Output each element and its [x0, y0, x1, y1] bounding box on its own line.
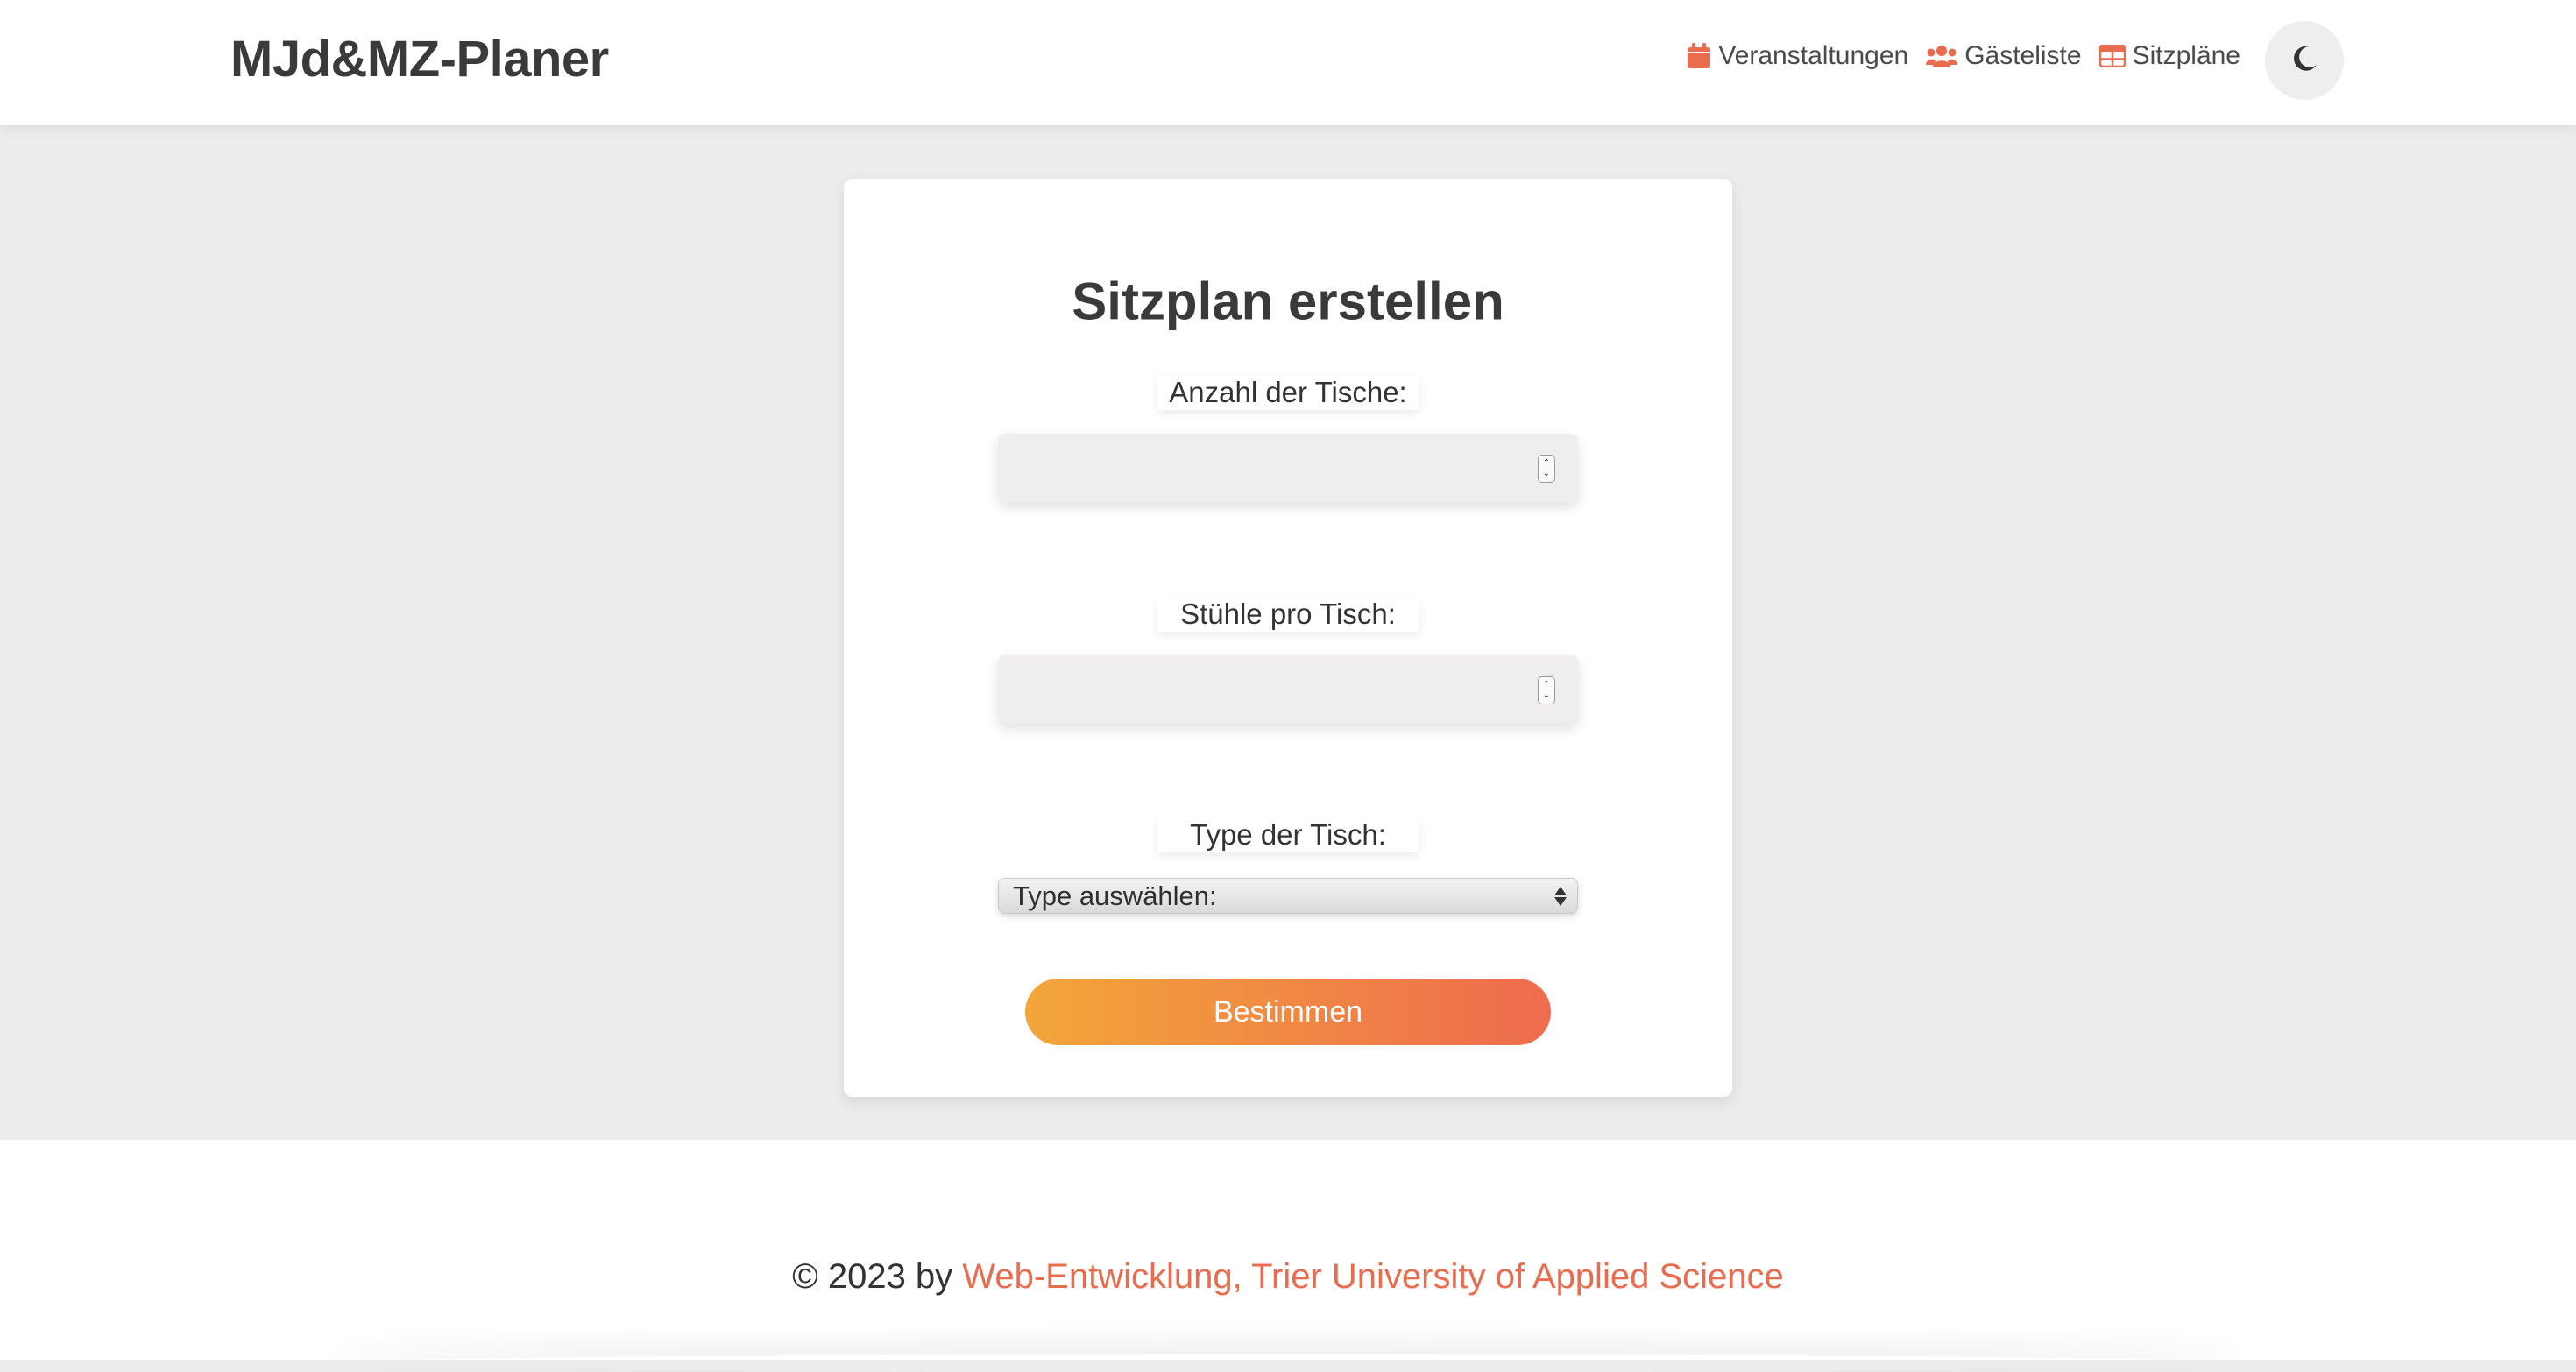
main-content: Sitzplan erstellen Anzahl der Tische: ⌃ …: [0, 125, 2576, 1140]
submit-button[interactable]: Bestimmen: [1025, 979, 1551, 1045]
tables-count-label: Anzahl der Tische:: [1157, 375, 1419, 410]
footer: © 2023 by Web-Entwicklung, Trier Univers…: [0, 1140, 2576, 1360]
table-type-selected-value: Type auswählen:: [1013, 880, 1217, 911]
nav-item-label: Veranstaltungen: [1718, 41, 1909, 70]
chevron-up-icon[interactable]: ⌃: [1543, 680, 1550, 690]
chairs-per-table-input[interactable]: ⌃ ⌄: [998, 655, 1578, 724]
table-icon: [2098, 45, 2126, 67]
calendar-icon: [1687, 43, 1711, 69]
top-navbar: MJd&MZ-Planer Veranstaltungen Gästeliste…: [0, 0, 2576, 125]
tables-count-stepper[interactable]: ⌃ ⌄: [1538, 455, 1555, 483]
users-icon: [1926, 44, 1958, 68]
footer-link[interactable]: Web-Entwicklung, Trier University of App…: [962, 1257, 1783, 1296]
chairs-per-table-label: Stühle pro Tisch:: [1157, 597, 1419, 632]
table-type-label: Type der Tisch:: [1157, 817, 1419, 852]
moon-icon: [2289, 44, 2319, 78]
seating-plan-form: Sitzplan erstellen Anzahl der Tische: ⌃ …: [844, 179, 1732, 1097]
nav-item-label: Gästeliste: [1964, 41, 2082, 70]
footer-copyright-prefix: © 2023 by: [792, 1257, 963, 1296]
nav-item-veranstaltungen[interactable]: Veranstaltungen: [1687, 41, 1908, 71]
chevron-down-icon[interactable]: ⌄: [1543, 690, 1550, 701]
nav-item-gaesteliste[interactable]: Gästeliste: [1926, 41, 2082, 71]
tables-count-input[interactable]: ⌃ ⌄: [998, 434, 1578, 502]
nav-item-label: Sitzpläne: [2132, 41, 2240, 70]
nav-item-sitzplaene[interactable]: Sitzpläne: [2098, 41, 2240, 71]
theme-toggle-button[interactable]: [2265, 21, 2344, 100]
form-title: Sitzplan erstellen: [1072, 272, 1504, 331]
footer-copyright: © 2023 by Web-Entwicklung, Trier Univers…: [0, 1257, 2576, 1297]
main-nav: Veranstaltungen Gästeliste Sitzpläne: [1687, 39, 2240, 74]
select-arrows-icon: [1554, 884, 1567, 909]
brand-logo-text[interactable]: MJd&MZ-Planer: [230, 30, 609, 88]
footer-divider-shadow: [333, 1354, 2243, 1372]
table-type-select[interactable]: Type auswählen:: [998, 878, 1578, 914]
chevron-up-icon[interactable]: ⌃: [1543, 458, 1550, 469]
chevron-down-icon[interactable]: ⌄: [1543, 469, 1550, 479]
chairs-per-table-stepper[interactable]: ⌃ ⌄: [1538, 676, 1555, 704]
